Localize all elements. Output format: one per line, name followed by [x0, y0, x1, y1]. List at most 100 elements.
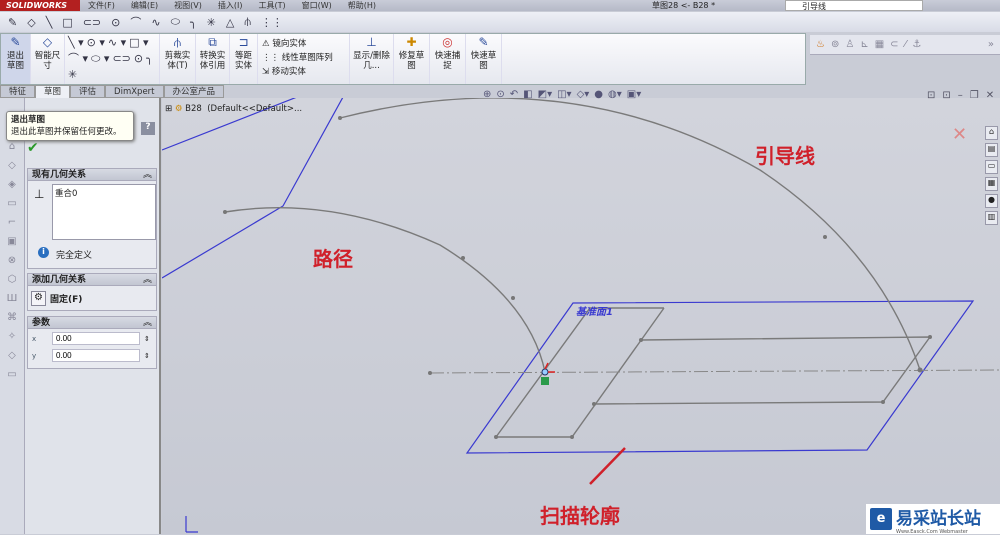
graphics-area[interactable]: 基准面1: [162, 98, 1000, 534]
tab-dimxpert[interactable]: DimXpert: [105, 85, 164, 98]
split-icon[interactable]: ⊡: [927, 90, 935, 101]
offset-button[interactable]: ⊐ 等距实体: [230, 34, 258, 84]
show-delete-relations-button[interactable]: ⊥ 显示/删除几...: [350, 34, 394, 84]
menu-window[interactable]: 窗口(W): [294, 0, 340, 11]
minimize-icon[interactable]: –: [958, 90, 963, 101]
restore-icon[interactable]: ❐: [970, 90, 979, 101]
spinner-icon[interactable]: ⇕: [144, 335, 150, 343]
library-icon[interactable]: ▤: [985, 143, 998, 157]
relation-marker-icon: [541, 377, 549, 385]
appearance-icon[interactable]: ●: [594, 89, 603, 100]
zoom-area-icon[interactable]: ⊙: [496, 89, 504, 100]
mirror-button[interactable]: ⚠ 镜向实体: [262, 37, 345, 49]
point-icon[interactable]: ✳: [68, 69, 77, 80]
ellipse-icon[interactable]: ⬭: [171, 15, 180, 29]
section-view-icon[interactable]: ◧: [523, 89, 532, 100]
ellipse-icon[interactable]: ⬭ ▾: [91, 53, 109, 64]
spline-icon[interactable]: ∿ ▾: [108, 37, 126, 48]
tab-evaluate[interactable]: 评估: [70, 85, 106, 98]
pattern-icon[interactable]: ⋮⋮: [261, 16, 283, 29]
spinner-icon[interactable]: ⇕: [144, 352, 150, 360]
collapse-icon[interactable]: ︽: [143, 317, 152, 330]
split-icon[interactable]: ⊡: [942, 90, 950, 101]
parameters-header[interactable]: 参数 ︽: [27, 316, 157, 329]
fillet-icon[interactable]: ╮: [146, 53, 153, 64]
existing-relations-header[interactable]: 现有几何关系 ︽: [27, 168, 157, 181]
arc-icon[interactable]: ⌒ ▾: [68, 53, 88, 64]
rapid-sketch-icon: ✎: [478, 35, 489, 49]
help-button[interactable]: ?: [141, 122, 155, 135]
previous-view-icon[interactable]: ↶: [510, 89, 518, 100]
fillet-icon[interactable]: ╮: [190, 16, 197, 29]
hide-show-icon[interactable]: ◇▾: [577, 89, 590, 100]
tool-icon[interactable]: ⚓: [912, 39, 921, 50]
tool-icon[interactable]: ▦: [875, 39, 884, 50]
menu-view[interactable]: 视图(V): [166, 0, 210, 11]
relation-item[interactable]: 重合0: [55, 189, 77, 199]
feature-tree-flyout[interactable]: ⊞ ⚙ B28 (Default<<Default>...: [165, 104, 302, 114]
flame-icon[interactable]: ♨: [816, 39, 825, 50]
expand-icon[interactable]: ⊞: [165, 104, 172, 114]
tool-icon[interactable]: ⊚: [831, 39, 839, 50]
y-coordinate-input[interactable]: [52, 349, 140, 362]
slot-icon[interactable]: ⊂⊃: [83, 16, 101, 29]
rectangle-icon[interactable]: □ ▾: [129, 37, 148, 48]
display-style-icon[interactable]: ◫▾: [557, 89, 571, 100]
add-relations-header[interactable]: 添加几何关系 ︽: [27, 273, 157, 286]
tab-sketch[interactable]: 草图: [35, 85, 71, 98]
fix-relation-button[interactable]: ⚙ 固定(F): [27, 286, 157, 311]
rapid-sketch-button[interactable]: ✎ 快速草图: [466, 34, 502, 84]
x-coordinate-input[interactable]: [52, 332, 140, 345]
menu-tools[interactable]: 工具(T): [250, 0, 293, 11]
menu-edit[interactable]: 编辑(E): [123, 0, 166, 11]
feature-icon-column: ⊏⌂◇◈▭⌐▣⊗⬡Ш⌘✧◇▭: [0, 98, 25, 534]
convert-entities-button[interactable]: ⧉ 转换实体引用: [196, 34, 230, 84]
view-orientation-icon[interactable]: ◩▾: [538, 89, 552, 100]
coincident-relation-icon: ⊥: [34, 187, 45, 201]
line-icon[interactable]: ╲: [46, 16, 53, 29]
tab-features[interactable]: 特征: [0, 85, 36, 98]
menu-help[interactable]: 帮助(H): [340, 0, 384, 11]
cancel-sketch-icon[interactable]: ✕: [952, 124, 967, 145]
scene-icon[interactable]: ◍▾: [608, 89, 622, 100]
search-input[interactable]: 引导线: [785, 0, 923, 11]
folder-icon[interactable]: ▭: [985, 160, 998, 174]
exit-sketch-button[interactable]: ✎ 退出草图: [1, 34, 31, 84]
quick-snap-button[interactable]: ◎ 快速捕捉: [430, 34, 466, 84]
home-icon[interactable]: ⌂: [985, 126, 998, 140]
tool-icon[interactable]: ♙: [845, 39, 854, 50]
slot-icon[interactable]: ⊂⊃: [112, 53, 130, 64]
arc-icon[interactable]: ⌒: [130, 14, 141, 30]
tab-office-products[interactable]: 办公室产品: [163, 85, 225, 98]
circle-icon[interactable]: ⊙: [111, 16, 120, 29]
appearance-icon[interactable]: ●: [985, 194, 998, 208]
smart-dimension-button[interactable]: ◇ 智能尺寸: [31, 34, 65, 84]
polygon-icon[interactable]: ⊙: [134, 53, 143, 64]
view-palette-icon[interactable]: ▦: [985, 177, 998, 191]
tool-icon[interactable]: ⊾: [860, 39, 868, 50]
menu-file[interactable]: 文件(F): [80, 0, 123, 11]
repair-sketch-button[interactable]: ✚ 修复草图: [394, 34, 430, 84]
mirror-icon[interactable]: △: [226, 16, 234, 29]
circle-icon[interactable]: ⊙ ▾: [87, 37, 105, 48]
zoom-fit-icon[interactable]: ⊕: [483, 89, 491, 100]
trim-button[interactable]: ⫛ 剪裁实体(T): [160, 34, 196, 84]
trim-icon[interactable]: ⫛: [244, 15, 251, 29]
dimension-icon[interactable]: ◇: [27, 16, 35, 29]
point-icon[interactable]: ✳: [207, 16, 216, 29]
more-icon[interactable]: »: [988, 39, 994, 50]
sketch-icon[interactable]: ✎: [8, 16, 17, 29]
spline-icon[interactable]: ∿: [151, 16, 160, 29]
rectangle-icon[interactable]: □: [62, 16, 72, 29]
view-settings-icon[interactable]: ▣▾: [627, 89, 641, 100]
custom-props-icon[interactable]: ▥: [985, 211, 998, 225]
tool-icon[interactable]: ⁄: [905, 39, 907, 50]
relations-list[interactable]: 重合0: [52, 184, 156, 240]
collapse-icon[interactable]: ︽: [143, 274, 152, 287]
linear-pattern-button[interactable]: ⋮⋮ 线性草图阵列: [262, 51, 345, 63]
menu-insert[interactable]: 插入(I): [210, 0, 251, 11]
line-icon[interactable]: ╲ ▾: [68, 37, 84, 48]
tool-icon[interactable]: ⊂: [890, 39, 898, 50]
move-button[interactable]: ⇲ 移动实体: [262, 65, 345, 77]
close-icon[interactable]: ✕: [986, 90, 994, 101]
